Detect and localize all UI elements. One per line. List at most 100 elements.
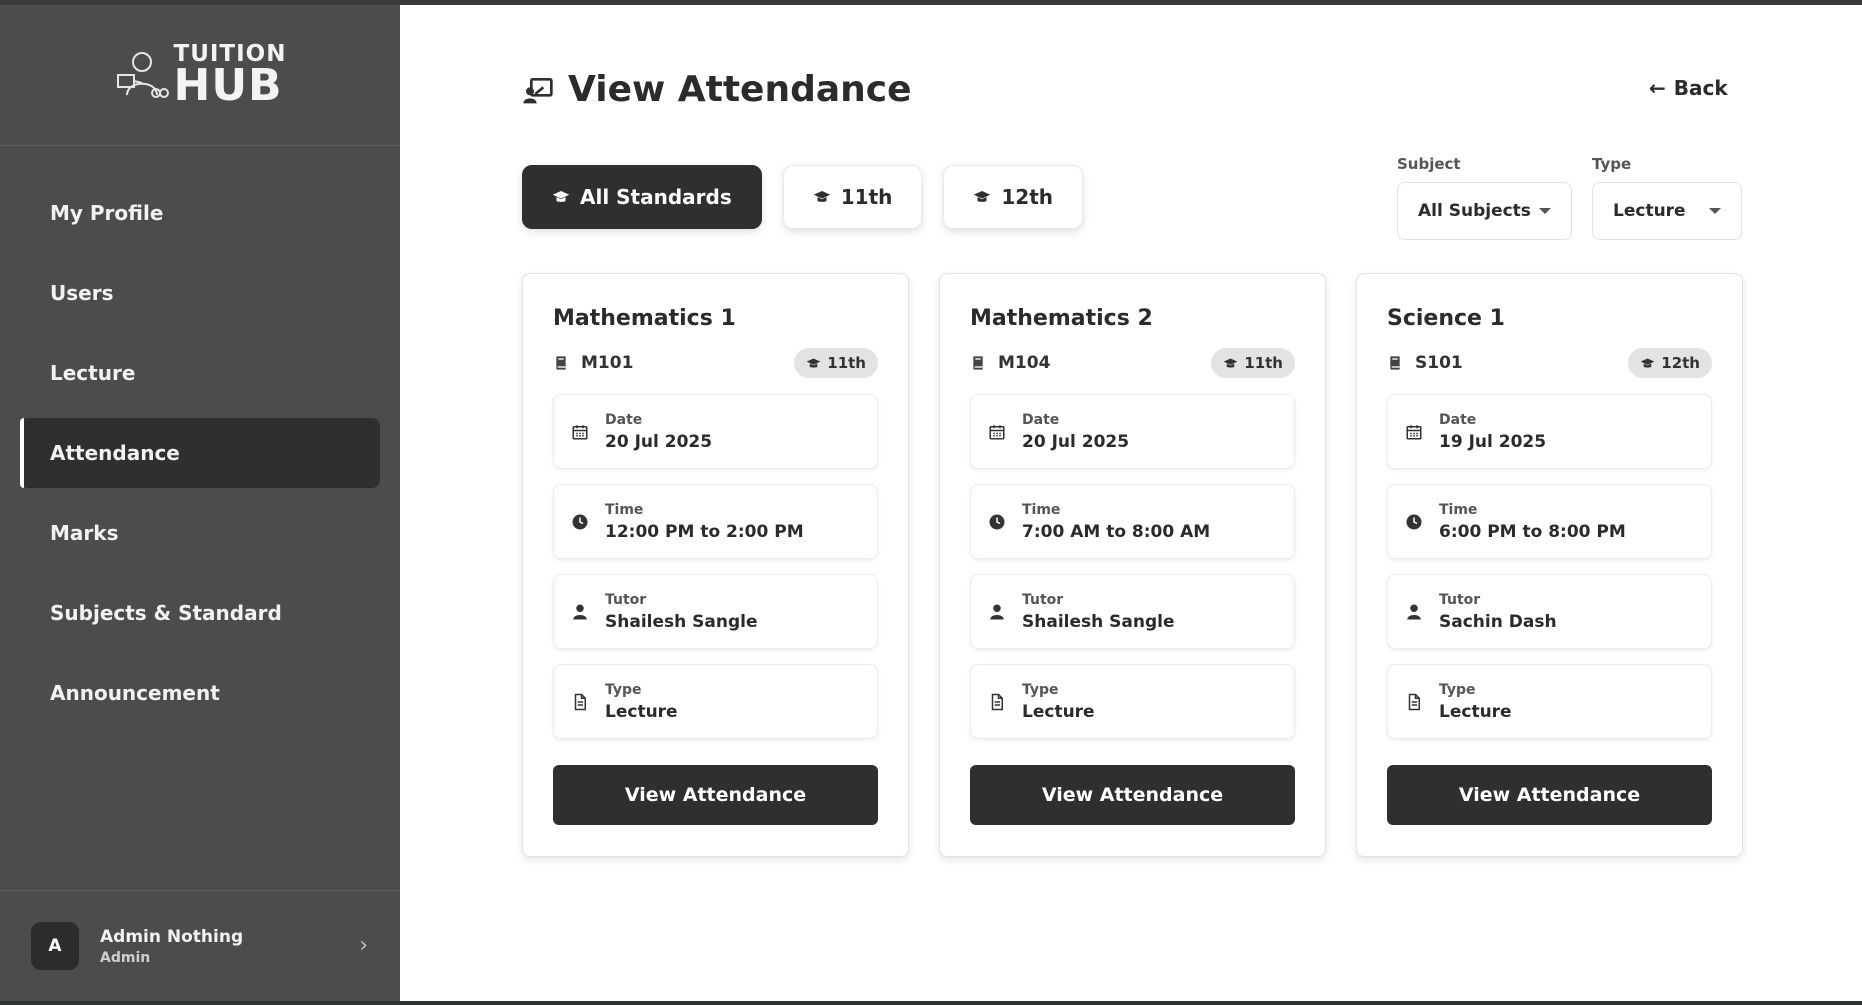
presentation-icon [523,77,553,103]
arrow-left-icon: ← [1649,76,1666,100]
tutor-info: Tutor Shailesh Sangle [970,574,1295,649]
standard-badge: 11th [794,348,878,378]
tutor-value: Sachin Dash [1439,611,1557,632]
date-info: Date 20 Jul 2025 [970,394,1295,469]
user-name: Admin Nothing [100,926,244,947]
page-title: View Attendance [568,69,912,110]
brand-logo[interactable]: TUITION HUB [114,42,287,111]
tutor-value: Shailesh Sangle [1022,611,1175,632]
type-value: Lecture [605,701,678,722]
subject-select-value: All Subjects [1418,201,1531,221]
standard-label: 12th [1661,354,1700,372]
lecture-cards: Mathematics 1 M101 11th Date 20 Jul 2025 [522,273,1743,857]
filter-all-standards[interactable]: All Standards [522,165,762,229]
standard-badge: 12th [1628,348,1712,378]
tutor-info: Tutor Sachin Dash [1387,574,1712,649]
card-title: Mathematics 1 [553,306,736,331]
chevron-right-icon: › [359,933,368,958]
type-select[interactable]: Lecture [1592,182,1742,240]
date-label: Date [1439,411,1477,428]
sidebar-item-attendance[interactable]: Attendance [20,418,380,488]
standard-badge: 11th [1211,348,1295,378]
main-content: View Attendance ← Back All Standards 11t… [400,5,1862,1001]
document-icon [1408,693,1420,710]
type-filter: Type Lecture [1592,155,1742,240]
logo-area: TUITION HUB [0,5,400,146]
type-info: Type Lecture [553,664,878,739]
time-label: Time [1439,501,1478,518]
type-label: Type [605,681,642,698]
document-icon [991,693,1003,710]
sidebar-nav: My Profile Users Lecture Attendance Mark… [0,146,400,728]
graduation-cap-icon [806,358,821,368]
filter-11th[interactable]: 11th [782,165,923,229]
date-info: Date 20 Jul 2025 [553,394,878,469]
sidebar: TUITION HUB My Profile Users Lecture Att… [0,5,400,1001]
lecture-card: Science 1 S101 12th Date 19 Jul 2025 Tim… [1356,273,1743,857]
time-info: Time 7:00 AM to 8:00 AM [970,484,1295,559]
card-title: Science 1 [1387,306,1505,331]
time-value: 6:00 PM to 8:00 PM [1439,521,1626,542]
sidebar-item-lecture[interactable]: Lecture [20,338,380,408]
subject-select-label: Subject [1397,155,1461,173]
sidebar-item-announcement[interactable]: Announcement [20,658,380,728]
caret-down-icon [1709,208,1721,214]
back-label: Back [1673,76,1728,100]
date-label: Date [605,411,643,428]
standard-label: 11th [1244,354,1283,372]
date-value: 20 Jul 2025 [605,431,713,452]
tutor-value: Shailesh Sangle [605,611,758,632]
subject-select[interactable]: All Subjects [1397,182,1572,240]
book-icon [973,356,983,370]
back-button[interactable]: ← Back [1649,76,1728,100]
calendar-icon [989,424,1005,439]
type-label: Type [1439,681,1476,698]
standard-filters: All Standards 11th 12th [522,165,1084,229]
caret-down-icon [1539,208,1551,214]
book-icon [556,356,566,370]
graduation-cap-icon [974,191,991,202]
sidebar-item-users[interactable]: Users [20,258,380,328]
subject-code: M104 [998,353,1051,373]
date-value: 20 Jul 2025 [1022,431,1130,452]
calendar-icon [572,424,588,439]
tutor-label: Tutor [605,591,647,608]
view-attendance-button[interactable]: View Attendance [553,765,878,825]
view-attendance-button[interactable]: View Attendance [1387,765,1712,825]
card-title: Mathematics 2 [970,306,1153,331]
avatar: A [31,922,79,970]
filter-label: 11th [840,185,893,209]
time-label: Time [605,501,644,518]
time-info: Time 12:00 PM to 2:00 PM [553,484,878,559]
date-info: Date 19 Jul 2025 [1387,394,1712,469]
graduation-cap-icon [813,191,830,202]
clock-icon [572,514,588,529]
view-attendance-button[interactable]: View Attendance [970,765,1295,825]
tutor-label: Tutor [1439,591,1481,608]
type-info: Type Lecture [970,664,1295,739]
sidebar-item-subjects-standard[interactable]: Subjects & Standard [20,578,380,648]
graduation-cap-icon [1223,358,1238,368]
person-icon [1407,604,1421,619]
sidebar-item-marks[interactable]: Marks [20,498,380,568]
date-label: Date [1022,411,1060,428]
tutor-label: Tutor [1022,591,1064,608]
time-label: Time [1022,501,1061,518]
filter-label: 12th [1001,185,1054,209]
tutor-info: Tutor Shailesh Sangle [553,574,878,649]
graduation-cap-icon [1640,358,1655,368]
time-info: Time 6:00 PM to 8:00 PM [1387,484,1712,559]
brand-line-2: HUB [173,59,283,111]
filter-12th[interactable]: 12th [943,165,1084,229]
date-value: 19 Jul 2025 [1439,431,1547,452]
user-profile-menu[interactable]: A Admin Nothing Admin › [0,890,400,1001]
standard-label: 11th [827,354,866,372]
sidebar-item-my-profile[interactable]: My Profile [20,178,380,248]
lecture-card: Mathematics 2 M104 11th Date 20 Jul 2025 [939,273,1326,857]
subject-code: S101 [1415,353,1463,373]
type-select-value: Lecture [1613,201,1686,221]
user-role: Admin [100,949,151,966]
type-value: Lecture [1022,701,1095,722]
graduation-cap-icon [552,191,570,202]
time-value: 7:00 AM to 8:00 AM [1022,521,1211,542]
